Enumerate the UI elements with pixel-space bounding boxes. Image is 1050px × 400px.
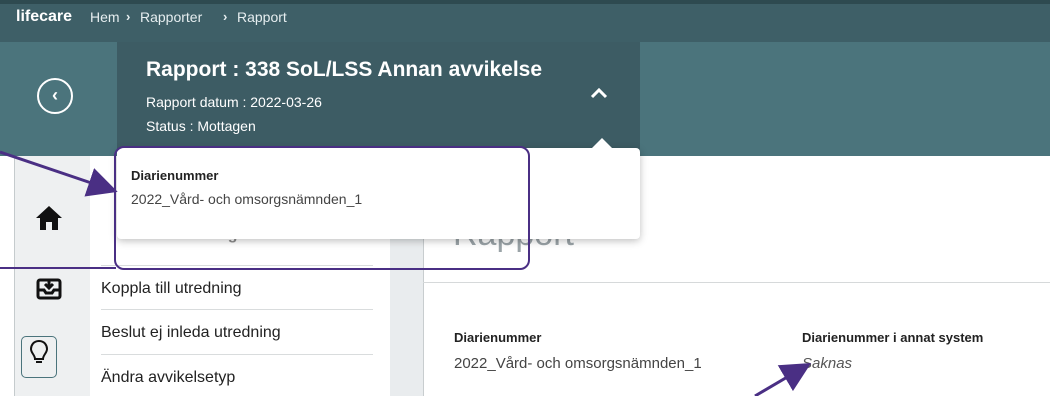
field-value-diarienummer-annat-system: Saknas: [802, 355, 853, 372]
breadcrumb-separator-icon: ›: [126, 9, 131, 24]
field-value-diarienummer: 2022_Vård- och omsorgsnämnden_1: [454, 355, 702, 372]
brand-logo[interactable]: lifecare: [16, 8, 72, 26]
breadcrumb-rapporter[interactable]: Rapporter: [140, 9, 202, 25]
chevron-left-icon[interactable]: ‹: [37, 78, 73, 114]
inbox-icon[interactable]: [30, 274, 68, 312]
breadcrumb-separator-icon: ›: [223, 9, 228, 24]
breadcrumb-rapport: Rapport: [237, 9, 287, 25]
annotation-callout-box: [114, 146, 530, 270]
chevron-up-icon[interactable]: [590, 86, 608, 105]
report-status: Status : Mottagen: [146, 118, 256, 134]
field-label-diarienummer-annat-system: Diarienummer i annat system: [802, 330, 984, 345]
home-icon[interactable]: [30, 204, 68, 242]
popup-pointer: [590, 138, 614, 150]
field-label-diarienummer: Diarienummer: [454, 330, 542, 345]
report-date: Rapport datum : 2022-03-26: [146, 94, 322, 110]
report-title: Rapport : 338 SoL/LSS Annan avvikelse: [146, 58, 543, 81]
menu-item-koppla-till-utredning[interactable]: Koppla till utredning: [101, 265, 373, 310]
menu-item-andra-avvikelsetyp[interactable]: Ändra avvikelsetyp: [101, 355, 373, 400]
menu-item-beslut-ej-inleda-utredning[interactable]: Beslut ej inleda utredning: [101, 310, 373, 355]
section-divider: [423, 282, 1050, 283]
breadcrumb-home[interactable]: Hem: [90, 9, 120, 25]
lightbulb-icon: [20, 338, 58, 376]
